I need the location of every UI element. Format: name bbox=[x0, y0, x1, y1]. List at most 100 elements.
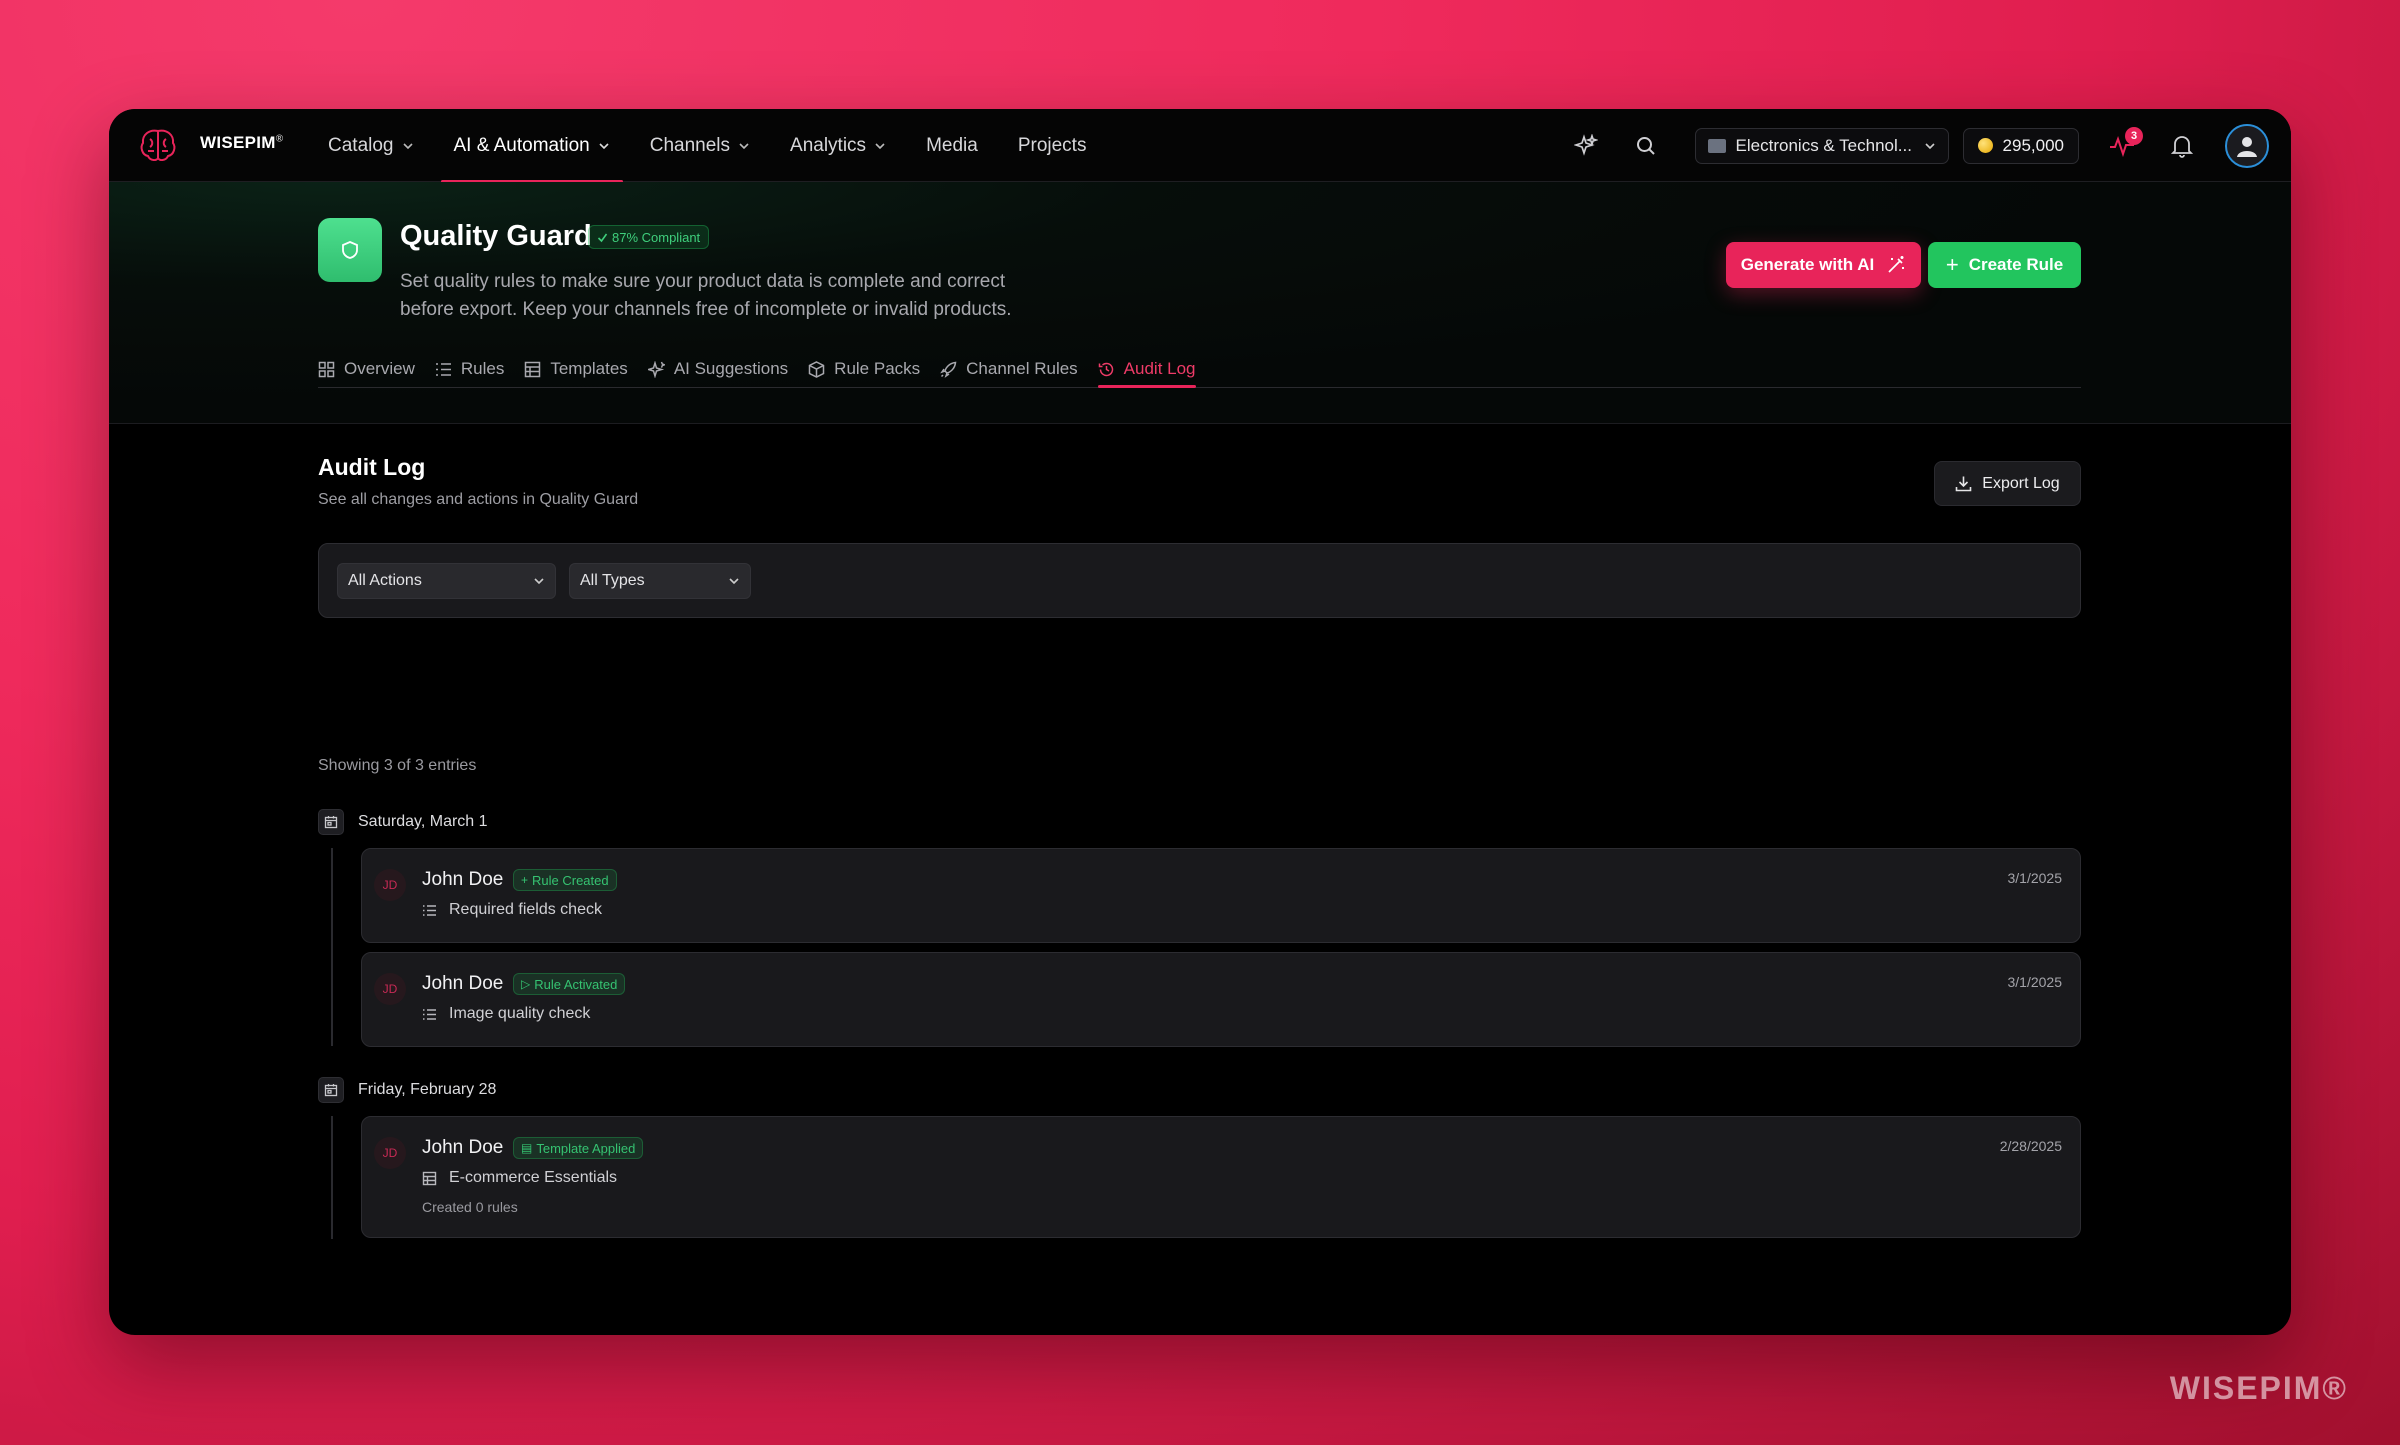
nav-ai-automation[interactable]: AI & Automation bbox=[440, 109, 624, 183]
export-log-button[interactable]: Export Log bbox=[1934, 461, 2081, 506]
entry-item: Required fields check bbox=[422, 901, 602, 919]
entry-item-name: Image quality check bbox=[449, 1005, 591, 1022]
entry-date: 3/1/2025 bbox=[2007, 870, 2063, 886]
download-icon bbox=[1955, 476, 1972, 492]
date-group-header: Friday, February 28 bbox=[318, 1077, 496, 1103]
brain-logo-icon[interactable] bbox=[137, 125, 179, 165]
chevron-down-icon bbox=[739, 142, 749, 149]
tab-audit-log-label: Audit Log bbox=[1123, 359, 1196, 378]
sparkle-icon bbox=[1573, 133, 1598, 156]
entries-count: Showing 3 of 3 entries bbox=[318, 757, 477, 774]
history-icon bbox=[1098, 362, 1113, 376]
activity-count-badge: 3 bbox=[2125, 126, 2143, 145]
tab-audit-log[interactable]: Audit Log bbox=[1097, 352, 1196, 388]
nav-catalog-label: Catalog bbox=[328, 134, 394, 156]
nav-projects-label: Projects bbox=[1017, 134, 1087, 156]
section-subtitle: See all changes and actions in Quality G… bbox=[318, 491, 639, 508]
notifications-button[interactable] bbox=[2165, 129, 2199, 163]
tab-ai-suggestions[interactable]: AI Suggestions bbox=[647, 352, 789, 386]
tab-overview[interactable]: Overview bbox=[318, 352, 415, 386]
entry-date: 2/28/2025 bbox=[1999, 1138, 2062, 1154]
template-icon bbox=[525, 361, 541, 377]
user-avatar-button[interactable] bbox=[2225, 123, 2269, 168]
nav-analytics[interactable]: Analytics bbox=[777, 109, 899, 182]
user-icon bbox=[2237, 136, 2257, 157]
chevron-down-icon bbox=[1924, 142, 1935, 149]
nav-ai-automation-label: AI & Automation bbox=[453, 134, 590, 156]
list-icon bbox=[435, 362, 451, 376]
credits-value: 295,000 bbox=[2002, 135, 2064, 155]
date-group-label: Friday, February 28 bbox=[358, 1081, 497, 1098]
ai-sparkle-button[interactable] bbox=[1569, 129, 1603, 163]
brand-watermark: WISEPIM® bbox=[2169, 1370, 2348, 1406]
create-rule-label: Create Rule bbox=[1968, 255, 2064, 274]
tab-rules[interactable]: Rules bbox=[435, 352, 504, 386]
template-icon bbox=[422, 1171, 437, 1185]
list-icon bbox=[423, 904, 436, 916]
entry-user: John Doe bbox=[422, 869, 504, 890]
rocket-icon bbox=[940, 361, 957, 378]
tab-channel-rules[interactable]: Channel Rules bbox=[940, 352, 1078, 386]
date-group-label: Saturday, March 1 bbox=[358, 813, 488, 830]
list-icon bbox=[423, 1008, 436, 1020]
action-filter-select[interactable]: All Actions bbox=[337, 563, 556, 599]
entry-user: John Doe bbox=[422, 973, 504, 994]
entry-note: Created 0 rules bbox=[422, 1199, 518, 1215]
create-rule-button[interactable]: + Create Rule bbox=[1928, 242, 2081, 288]
type-filter-select[interactable]: All Types bbox=[569, 563, 751, 599]
package-icon bbox=[808, 360, 825, 378]
date-group-header: Saturday, March 1 bbox=[318, 809, 488, 835]
sparkle-icon bbox=[647, 360, 665, 378]
tab-templates-label: Templates bbox=[550, 359, 628, 378]
check-icon bbox=[597, 233, 608, 242]
entry-item-name: Required fields check bbox=[449, 901, 602, 918]
chevron-down-icon bbox=[534, 578, 544, 585]
generate-with-ai-button[interactable]: Generate with AI bbox=[1726, 242, 1921, 288]
action-badge-label: Rule Created bbox=[532, 872, 609, 888]
search-button[interactable] bbox=[1629, 129, 1663, 163]
chevron-down-icon bbox=[402, 142, 413, 149]
tab-channel-rules-label: Channel Rules bbox=[966, 359, 1078, 378]
generate-with-ai-label: Generate with AI bbox=[1740, 255, 1875, 274]
audit-entry[interactable]: JD John Doe ▤ Template Applied E-commerc… bbox=[361, 1116, 2081, 1238]
play-icon: ▷ bbox=[521, 977, 531, 991]
chevron-down-icon bbox=[729, 578, 739, 585]
user-avatar: JD bbox=[374, 869, 406, 901]
nav-catalog[interactable]: Catalog bbox=[315, 109, 427, 182]
calendar-icon bbox=[318, 809, 344, 835]
compliance-text: 87% Compliant bbox=[612, 229, 701, 245]
audit-entry[interactable]: JD John Doe + Rule Created Required fiel… bbox=[361, 848, 2081, 943]
nav-projects[interactable]: Projects bbox=[1005, 109, 1100, 182]
nav-media-label: Media bbox=[926, 134, 978, 156]
brand-text: WISEPIM bbox=[200, 133, 276, 152]
user-avatar: JD bbox=[374, 973, 406, 1005]
bell-icon bbox=[2171, 135, 2193, 158]
audit-entry[interactable]: JD John Doe ▷ Rule Activated Image quali… bbox=[361, 952, 2081, 1047]
page-description: Set quality rules to make sure your prod… bbox=[400, 271, 1012, 320]
brand-name[interactable]: WISEPIM® bbox=[200, 133, 283, 153]
quality-guard-tabs: Overview Rules Templates AI Suggestions … bbox=[318, 352, 2081, 388]
timeline-line bbox=[331, 848, 333, 1046]
tab-rules-label: Rules bbox=[460, 359, 505, 378]
chevron-down-icon bbox=[875, 142, 885, 149]
tab-ai-suggestions-label: AI Suggestions bbox=[673, 359, 789, 378]
grid-icon bbox=[318, 361, 335, 377]
action-badge-label: Rule Activated bbox=[534, 976, 618, 992]
nav-channels[interactable]: Channels bbox=[637, 109, 763, 182]
coin-icon bbox=[1977, 138, 1993, 153]
top-navbar: WISEPIM® Catalog AI & Automation Channel… bbox=[109, 109, 2291, 183]
template-icon: ▤ bbox=[521, 1141, 533, 1155]
workspace-selector[interactable]: Electronics & Technol... bbox=[1694, 127, 1949, 164]
export-log-label: Export Log bbox=[1982, 474, 2060, 492]
search-icon bbox=[1636, 136, 1655, 155]
activity-button[interactable]: 3 bbox=[2105, 126, 2143, 163]
tab-rule-packs[interactable]: Rule Packs bbox=[808, 352, 920, 386]
tab-overview-label: Overview bbox=[344, 359, 415, 378]
tab-templates[interactable]: Templates bbox=[524, 352, 628, 386]
nav-actions: Electronics & Technol... 295,000 3 bbox=[1543, 109, 2269, 182]
folder-icon bbox=[1707, 138, 1726, 153]
nav-media[interactable]: Media bbox=[913, 109, 991, 182]
credits-balance[interactable]: 295,000 bbox=[1962, 127, 2079, 164]
entry-item: Image quality check bbox=[422, 1005, 590, 1023]
quality-guard-header: Quality Guard 87% Compliant Set quality … bbox=[109, 182, 2291, 424]
